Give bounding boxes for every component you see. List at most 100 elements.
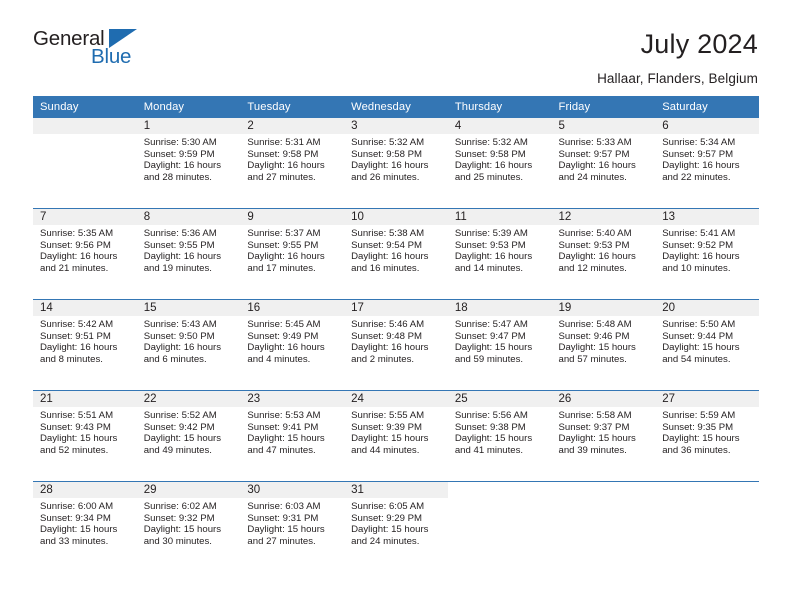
logo-text-blue: Blue: [91, 45, 132, 68]
day-sun-info: Sunrise: 5:56 AM Sunset: 9:38 PM Dayligh…: [454, 410, 533, 457]
calendar-day-cell[interactable]: 24 Sunrise: 5:55 AM Sunset: 9:39 PM Dayli…: [344, 390, 448, 482]
day-cell-content: 24 Sunrise: 5:55 AM Sunset: 9:39 PM Dayli…: [344, 391, 448, 481]
calendar-day-cell[interactable]: 9 Sunrise: 5:37 AM Sunset: 9:55 PM Daylig…: [240, 208, 345, 300]
day-cell-content: 17 Sunrise: 5:46 AM Sunset: 9:48 PM Dayli…: [344, 300, 448, 390]
day-sun-info: Sunrise: 5:33 AM Sunset: 9:57 PM Dayligh…: [558, 137, 636, 184]
calendar-day-cell[interactable]: 14 Sunrise: 5:42 AM Sunset: 9:51 PM Dayli…: [33, 299, 137, 391]
calendar-day-cell[interactable]: 16 Sunrise: 5:45 AM Sunset: 9:49 PM Dayli…: [240, 299, 345, 391]
day-sun-info: [33, 134, 137, 137]
day-cell-content: 4 Sunrise: 5:32 AM Sunset: 9:58 PM Daylig…: [447, 118, 552, 208]
calendar-day-cell[interactable]: 17 Sunrise: 5:46 AM Sunset: 9:48 PM Dayli…: [344, 299, 448, 391]
calendar-day-cell[interactable]: 5 Sunrise: 5:33 AM Sunset: 9:57 PM Daylig…: [551, 118, 656, 209]
day-number: 20: [655, 300, 759, 316]
day-number: 6: [655, 118, 759, 134]
calendar-day-cell[interactable]: 11 Sunrise: 5:39 AM Sunset: 9:53 PM Dayli…: [447, 208, 552, 300]
calendar-header-row: Sunday Monday Tuesday Wednesday Thursday…: [33, 96, 759, 118]
day-sun-info: [448, 498, 552, 501]
day-sun-info: Sunrise: 6:05 AM Sunset: 9:29 PM Dayligh…: [351, 501, 429, 548]
day-cell-content: 20 Sunrise: 5:50 AM Sunset: 9:44 PM Dayli…: [655, 300, 759, 390]
day-number: 14: [33, 300, 137, 316]
calendar-day-cell[interactable]: 25 Sunrise: 5:56 AM Sunset: 9:38 PM Dayli…: [447, 390, 552, 482]
day-cell-content: 29 Sunrise: 6:02 AM Sunset: 9:32 PM Dayli…: [136, 482, 241, 572]
day-cell-content: 8 Sunrise: 5:36 AM Sunset: 9:55 PM Daylig…: [136, 209, 241, 299]
calendar-day-cell[interactable]: 3 Sunrise: 5:32 AM Sunset: 9:58 PM Daylig…: [344, 118, 448, 209]
calendar-day-cell[interactable]: 15 Sunrise: 5:43 AM Sunset: 9:50 PM Dayli…: [136, 299, 241, 391]
calendar-day-cell[interactable]: 12 Sunrise: 5:40 AM Sunset: 9:53 PM Dayli…: [551, 208, 656, 300]
weekday-header-sunday: Sunday: [33, 96, 137, 118]
calendar-day-cell[interactable]: 2 Sunrise: 5:31 AM Sunset: 9:58 PM Daylig…: [240, 118, 345, 209]
day-number: 28: [33, 482, 137, 498]
calendar-day-cell[interactable]: 8 Sunrise: 5:36 AM Sunset: 9:55 PM Daylig…: [136, 208, 241, 300]
calendar-day-cell[interactable]: 1 Sunrise: 5:30 AM Sunset: 9:59 PM Daylig…: [136, 118, 241, 209]
day-number: 31: [344, 482, 448, 498]
weekday-header-thursday: Thursday: [447, 96, 552, 118]
page-header: General Blue July 2024 Hallaar, Flanders…: [0, 0, 792, 96]
day-number: 9: [240, 209, 345, 225]
calendar-day-cell[interactable]: 6 Sunrise: 5:34 AM Sunset: 9:57 PM Daylig…: [655, 118, 759, 209]
day-sun-info: Sunrise: 5:36 AM Sunset: 9:55 PM Dayligh…: [143, 228, 222, 275]
day-number: 2: [240, 118, 345, 134]
calendar-day-cell[interactable]: 30 Sunrise: 6:03 AM Sunset: 9:31 PM Dayli…: [240, 481, 345, 572]
day-number: 17: [344, 300, 448, 316]
day-number: [655, 482, 759, 498]
calendar-week-row: 1 Sunrise: 5:30 AM Sunset: 9:59 PM Daylig…: [33, 118, 759, 209]
calendar-body: 1 Sunrise: 5:30 AM Sunset: 9:59 PM Daylig…: [33, 118, 759, 572]
calendar-day-cell[interactable]: 18 Sunrise: 5:47 AM Sunset: 9:47 PM Dayli…: [447, 299, 552, 391]
day-cell-content: 21 Sunrise: 5:51 AM Sunset: 9:43 PM Dayli…: [33, 391, 137, 481]
day-sun-info: Sunrise: 5:34 AM Sunset: 9:57 PM Dayligh…: [662, 137, 740, 184]
day-sun-info: Sunrise: 5:45 AM Sunset: 9:49 PM Dayligh…: [247, 319, 325, 366]
day-sun-info: Sunrise: 5:37 AM Sunset: 9:55 PM Dayligh…: [247, 228, 325, 275]
day-sun-info: Sunrise: 5:43 AM Sunset: 9:50 PM Dayligh…: [143, 319, 222, 366]
day-sun-info: Sunrise: 5:58 AM Sunset: 9:37 PM Dayligh…: [558, 410, 636, 457]
day-sun-info: Sunrise: 6:03 AM Sunset: 9:31 PM Dayligh…: [247, 501, 325, 548]
calendar-week-row: 14 Sunrise: 5:42 AM Sunset: 9:51 PM Dayli…: [33, 299, 759, 391]
day-sun-info: Sunrise: 5:48 AM Sunset: 9:46 PM Dayligh…: [558, 319, 636, 366]
calendar-day-cell[interactable]: 21 Sunrise: 5:51 AM Sunset: 9:43 PM Dayli…: [33, 390, 137, 482]
day-sun-info: Sunrise: 5:32 AM Sunset: 9:58 PM Dayligh…: [454, 137, 533, 184]
calendar-day-cell[interactable]: 27 Sunrise: 5:59 AM Sunset: 9:35 PM Dayli…: [655, 390, 759, 482]
day-number: 13: [655, 209, 759, 225]
day-number: [448, 482, 552, 498]
day-sun-info: Sunrise: 5:30 AM Sunset: 9:59 PM Dayligh…: [143, 137, 222, 184]
day-number: 18: [447, 300, 552, 316]
day-number: 22: [136, 391, 241, 407]
day-number: 27: [655, 391, 759, 407]
calendar-day-cell[interactable]: 20 Sunrise: 5:50 AM Sunset: 9:44 PM Dayli…: [655, 299, 759, 391]
day-sun-info: [552, 498, 656, 501]
day-number: 5: [551, 118, 656, 134]
calendar-day-cell[interactable]: 19 Sunrise: 5:48 AM Sunset: 9:46 PM Dayli…: [551, 299, 656, 391]
calendar-day-cell[interactable]: 22 Sunrise: 5:52 AM Sunset: 9:42 PM Dayli…: [136, 390, 241, 482]
day-sun-info: Sunrise: 5:59 AM Sunset: 9:35 PM Dayligh…: [662, 410, 740, 457]
day-number: 29: [136, 482, 241, 498]
day-sun-info: Sunrise: 5:41 AM Sunset: 9:52 PM Dayligh…: [662, 228, 740, 275]
calendar-day-cell[interactable]: 7 Sunrise: 5:35 AM Sunset: 9:56 PM Daylig…: [33, 208, 137, 300]
day-cell-content: [448, 482, 552, 572]
calendar-week-row: 21 Sunrise: 5:51 AM Sunset: 9:43 PM Dayli…: [33, 390, 759, 482]
day-sun-info: Sunrise: 5:52 AM Sunset: 9:42 PM Dayligh…: [143, 410, 222, 457]
calendar-day-cell[interactable]: 31 Sunrise: 6:05 AM Sunset: 9:29 PM Dayli…: [344, 481, 448, 572]
title-block: July 2024 Hallaar, Flanders, Belgium: [597, 27, 758, 86]
day-cell-content: [33, 118, 137, 208]
day-cell-content: 15 Sunrise: 5:43 AM Sunset: 9:50 PM Dayli…: [136, 300, 241, 390]
day-sun-info: Sunrise: 5:53 AM Sunset: 9:41 PM Dayligh…: [247, 410, 325, 457]
calendar-day-cell[interactable]: 26 Sunrise: 5:58 AM Sunset: 9:37 PM Dayli…: [551, 390, 656, 482]
day-number: 11: [447, 209, 552, 225]
location-subtitle: Hallaar, Flanders, Belgium: [597, 71, 758, 87]
day-sun-info: Sunrise: 5:51 AM Sunset: 9:43 PM Dayligh…: [40, 410, 118, 457]
calendar-day-cell[interactable]: 28 Sunrise: 6:00 AM Sunset: 9:34 PM Dayli…: [33, 481, 137, 572]
calendar-day-cell[interactable]: 10 Sunrise: 5:38 AM Sunset: 9:54 PM Dayli…: [344, 208, 448, 300]
day-cell-content: 16 Sunrise: 5:45 AM Sunset: 9:49 PM Dayli…: [240, 300, 345, 390]
calendar-day-cell[interactable]: 4 Sunrise: 5:32 AM Sunset: 9:58 PM Daylig…: [447, 118, 552, 209]
day-number: 15: [136, 300, 241, 316]
day-cell-content: 1 Sunrise: 5:30 AM Sunset: 9:59 PM Daylig…: [136, 118, 241, 208]
day-number: 12: [551, 209, 656, 225]
day-sun-info: Sunrise: 5:40 AM Sunset: 9:53 PM Dayligh…: [558, 228, 636, 275]
day-sun-info: Sunrise: 5:47 AM Sunset: 9:47 PM Dayligh…: [454, 319, 533, 366]
weekday-header-wednesday: Wednesday: [344, 96, 448, 118]
day-sun-info: Sunrise: 5:46 AM Sunset: 9:48 PM Dayligh…: [351, 319, 429, 366]
calendar-day-cell[interactable]: 29 Sunrise: 6:02 AM Sunset: 9:32 PM Dayli…: [136, 481, 241, 572]
calendar-page: General Blue July 2024 Hallaar, Flanders…: [0, 0, 792, 612]
calendar-day-cell[interactable]: 23 Sunrise: 5:53 AM Sunset: 9:41 PM Dayli…: [240, 390, 345, 482]
calendar-day-cell[interactable]: 13 Sunrise: 5:41 AM Sunset: 9:52 PM Dayli…: [655, 208, 759, 300]
day-number: 7: [33, 209, 137, 225]
